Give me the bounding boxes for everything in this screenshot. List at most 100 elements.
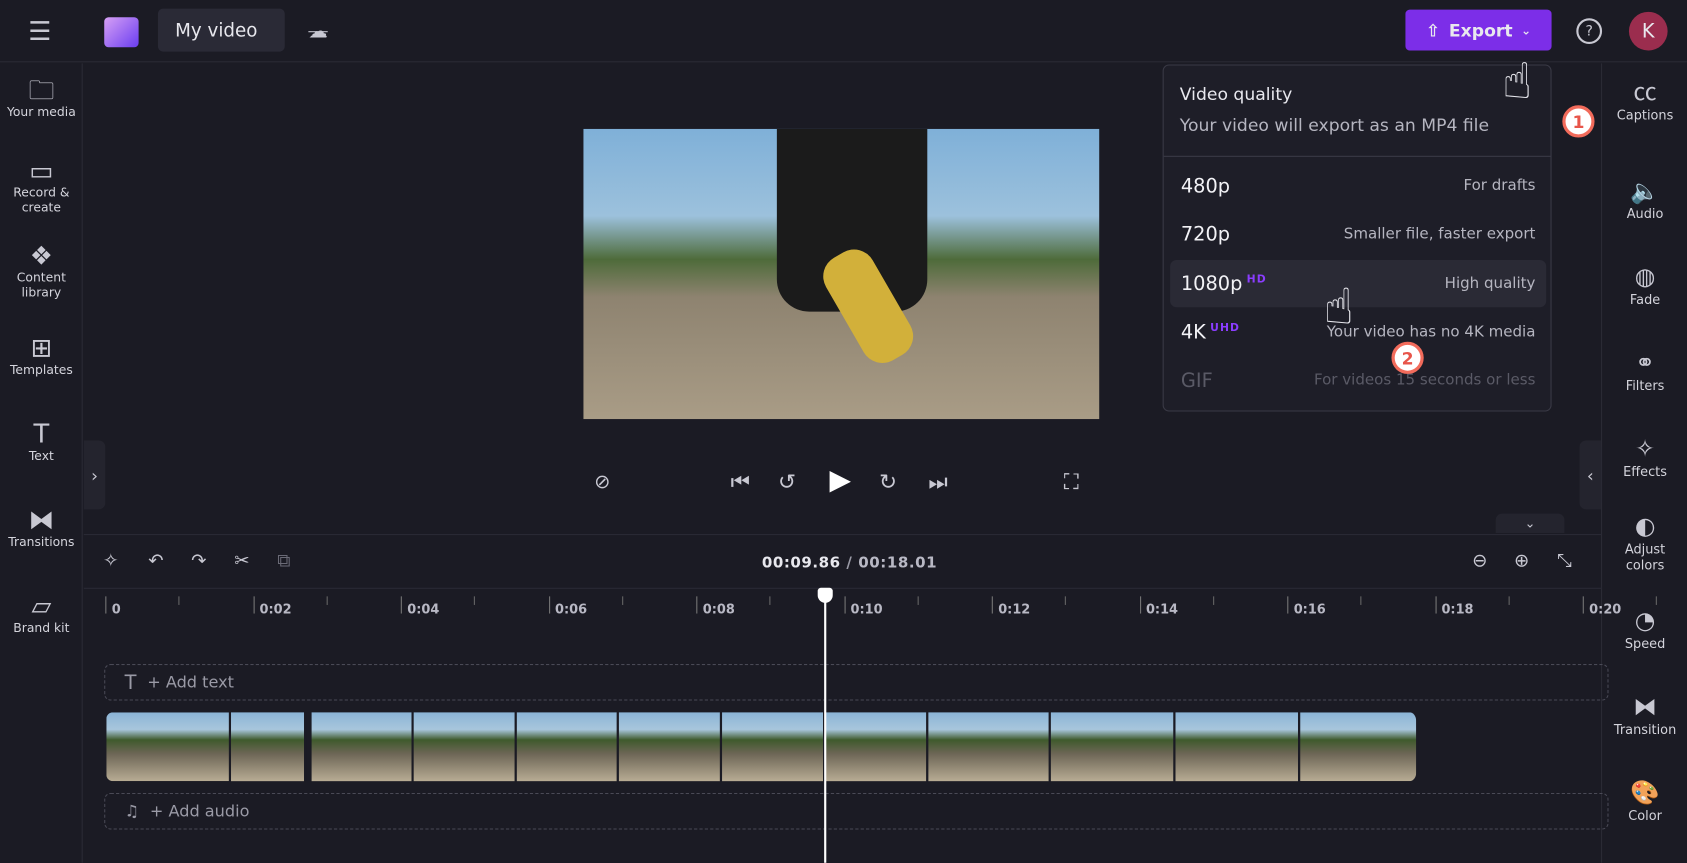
play-icon[interactable]: ▶ (830, 464, 851, 496)
brand-kit-icon: ▱ (31, 590, 52, 622)
minor-tick-mark (326, 596, 328, 605)
speaker-icon: 🔈 (1630, 178, 1660, 206)
fullscreen-icon[interactable]: ⛶ (1064, 468, 1079, 494)
filters-icon: ⚭ (1635, 350, 1655, 378)
option-gif: GIF For videos 15 seconds or less (1180, 369, 1536, 392)
skip-back-icon[interactable]: ⏮ (731, 468, 750, 494)
clipchamp-logo (104, 17, 139, 48)
nav-speed[interactable]: ◔ Speed (1602, 610, 1687, 653)
clip-thumbnail (231, 712, 307, 782)
uhd-badge: UHD (1210, 321, 1241, 334)
export-button[interactable]: ⇧ Export ⌄ (1405, 9, 1552, 51)
fit-timeline-icon[interactable]: ⤡ (1557, 550, 1572, 571)
nav-audio[interactable]: 🔈 Audio (1602, 178, 1687, 223)
transitions-icon: ⧓ (28, 505, 55, 536)
clip-thumbnail (722, 712, 826, 782)
tick-mark (253, 596, 255, 614)
nav-brand-kit[interactable]: ▱ Brand kit (0, 590, 83, 635)
callout-badge: 1 (1562, 105, 1595, 138)
camera-off-icon[interactable]: ⊘ (594, 471, 610, 494)
add-audio-track[interactable]: ♫ + Add audio (104, 792, 1609, 830)
ruler-divider (83, 587, 1602, 589)
nav-text[interactable]: T Text (0, 421, 83, 463)
nav-your-media[interactable]: 🗀 Your media (0, 77, 83, 119)
rewind-5-icon[interactable]: ↺ (778, 468, 796, 494)
playhead[interactable] (824, 597, 827, 863)
project-title-input[interactable]: My video (157, 8, 285, 52)
tick-label: 0:16 (1293, 601, 1326, 617)
tick-label: 0:08 (702, 601, 735, 617)
nav-fade[interactable]: ◍ Fade (1602, 264, 1687, 309)
magic-icon[interactable]: ✧ (103, 550, 118, 571)
nav-content-library[interactable]: ❖ Content library (0, 240, 83, 300)
camera-icon: ▭ (29, 155, 54, 186)
skip-forward-icon[interactable]: ⏭ (928, 468, 947, 494)
clip-thumbnail (1300, 712, 1419, 782)
pointer-hand-icon: ☝ (1502, 51, 1533, 110)
clip-thumbnail (825, 712, 929, 782)
option-720p[interactable]: 720p Smaller file, faster export (1170, 211, 1546, 258)
time-readout: 00:09.86 / 00:18.01 (761, 554, 938, 572)
minor-tick-mark (917, 596, 919, 605)
duplicate-icon: ⧉ (277, 550, 291, 572)
music-note-icon: ♫ (124, 801, 140, 821)
help-icon[interactable]: ? (1576, 18, 1603, 45)
add-text-track[interactable]: T + Add text (104, 664, 1609, 701)
zoom-in-icon[interactable]: ⊕ (1514, 550, 1529, 571)
clip-thumbnail (311, 712, 414, 782)
avatar[interactable]: K (1628, 11, 1668, 51)
clip-thumbnail (928, 712, 1051, 782)
chevron-down-icon: ⌄ (1521, 23, 1532, 38)
tick-label: 0:18 (1441, 601, 1474, 617)
minor-tick-mark (1360, 596, 1362, 605)
callout-badge: 2 (1391, 341, 1424, 374)
option-480p[interactable]: 480p For drafts (1170, 162, 1546, 209)
scissors-icon[interactable]: ✂ (234, 550, 249, 571)
undo-icon[interactable]: ↶ (148, 550, 163, 571)
tick-mark (844, 596, 846, 614)
clip-thumbnail (1050, 712, 1176, 782)
right-sidebar: ㏄ Captions 🔈 Audio ◍ Fade ⚭ Filters ✧ Effects… (1601, 63, 1687, 863)
minor-tick-mark (621, 596, 623, 605)
expand-left-panel-button[interactable]: › (83, 440, 106, 510)
nav-record-create[interactable]: ▭ Record & create (0, 155, 83, 215)
nav-transitions[interactable]: ⧓ Transitions (0, 505, 83, 549)
nav-effects[interactable]: ✧ Effects (1602, 438, 1687, 481)
palette-icon: 🎨 (1630, 780, 1660, 807)
video-preview[interactable] (583, 128, 1100, 420)
pointer-hand-icon: ☝ (1323, 277, 1354, 336)
option-4k[interactable]: 4K UHD Your video has no 4K media (1170, 308, 1546, 355)
redo-icon[interactable]: ↷ (191, 550, 206, 571)
nav-filters[interactable]: ⚭ Filters (1602, 350, 1687, 395)
collapse-preview-button[interactable]: ⌄ (1495, 513, 1565, 533)
divider (1163, 155, 1551, 157)
tick-label: 0:06 (554, 601, 588, 617)
clip-thumbnail (516, 712, 619, 782)
nav-adjust-colors[interactable]: ◐ Adjust colors (1602, 515, 1687, 574)
tick-label: 0 (111, 601, 121, 617)
nav-captions[interactable]: ㏄ Captions (1602, 81, 1687, 124)
forward-5-icon[interactable]: ↻ (879, 468, 897, 494)
nav-color[interactable]: 🎨 Color (1602, 780, 1687, 824)
tick-label: 0:20 (1589, 601, 1622, 617)
templates-icon: ⊞ (30, 333, 53, 364)
text-icon: T (124, 671, 137, 694)
library-icon: ❖ (29, 240, 53, 271)
nav-templates[interactable]: ⊞ Templates (0, 333, 83, 377)
minor-tick-mark (769, 596, 771, 605)
expand-right-panel-button[interactable]: ‹ (1579, 440, 1602, 510)
tick-label: 0:02 (259, 601, 292, 617)
tick-mark (696, 596, 698, 614)
zoom-out-icon[interactable]: ⊖ (1472, 550, 1487, 571)
hamburger-menu-icon[interactable]: ☰ (24, 16, 56, 46)
menu-title: Video quality (1179, 83, 1293, 105)
nav-transition[interactable]: ⧓ Transition (1602, 696, 1687, 738)
export-quality-menu: Video quality Your video will export as … (1162, 64, 1552, 412)
playhead-handle[interactable] (817, 587, 833, 603)
tick-mark (1287, 596, 1289, 614)
fade-icon: ◍ (1634, 264, 1656, 292)
tick-mark (1139, 596, 1141, 614)
clip-thumbnail (413, 712, 517, 782)
clip-thumbnail (106, 712, 232, 782)
option-1080p[interactable]: 1080p HD High quality (1170, 260, 1547, 308)
